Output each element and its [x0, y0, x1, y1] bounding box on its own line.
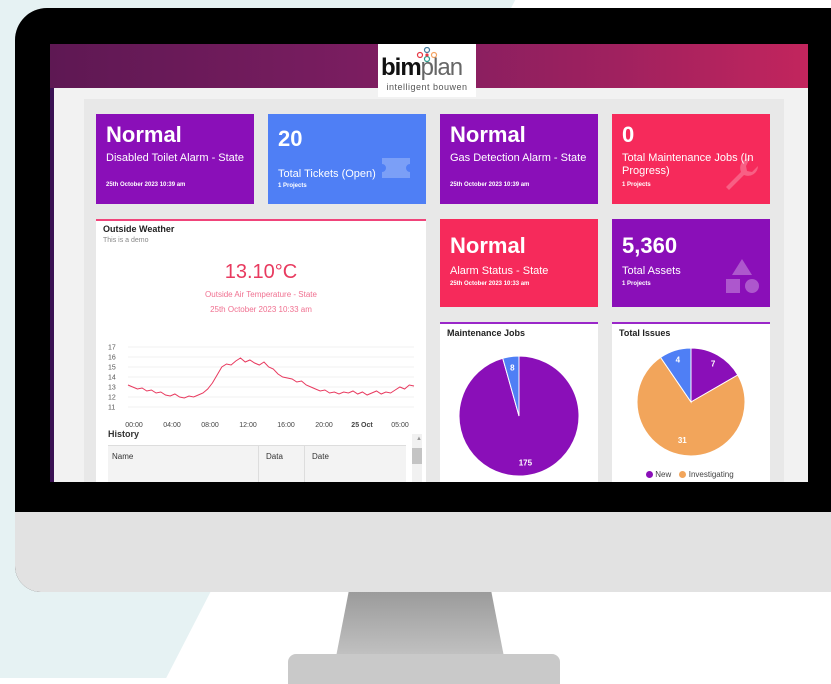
pie-slice-value: 4	[676, 356, 681, 365]
tile-label: Total Maintenance Jobs (In Progress)	[622, 152, 754, 177]
history-table: Name Data Date	[108, 445, 406, 482]
tile-value: Normal	[450, 233, 526, 258]
x-tick-label: 00:00	[125, 422, 143, 429]
legend-new-swatch	[646, 471, 653, 479]
pie-slice-value: 31	[678, 436, 687, 445]
tile-value: Normal	[450, 122, 526, 147]
total-issues-title: Total Issues	[619, 328, 671, 338]
scrollbar-thumb[interactable]	[412, 448, 422, 464]
shapes-icon	[726, 259, 759, 293]
x-tick-label: 16:00	[277, 422, 295, 429]
weather-subtitle: This is a demo	[103, 237, 149, 244]
x-tick-label: 25 Oct	[351, 422, 373, 429]
y-tick-label: 17	[108, 345, 116, 352]
tile-total-assets[interactable]: 5,360 Total Assets 1 Projects	[612, 219, 770, 307]
pie-slice-value: 7	[711, 360, 716, 369]
x-tick-label: 20:00	[315, 422, 333, 429]
y-tick-label: 13	[108, 385, 116, 392]
x-tick-label: 04:00	[163, 422, 181, 429]
temperature-line-chart: 17 16 15 14 13 12 11 00:00 04:00 08:00 12:00 16:00 2…	[108, 345, 415, 429]
tile-label: Total Tickets (Open)	[278, 168, 376, 180]
tile-value: 20	[278, 126, 303, 151]
tile-label: Gas Detection Alarm - State	[450, 152, 587, 164]
y-tick-label: 11	[108, 405, 115, 412]
temperature-series-line	[127, 357, 415, 399]
history-title: History	[108, 429, 140, 439]
dashboard-content: Normal Disabled Toilet Alarm - State 25t…	[84, 99, 784, 482]
tile-label: Disabled Toilet Alarm - State	[106, 152, 244, 164]
dashboard-screen: bimplan intelligent bouwen Normal Disabl…	[50, 44, 808, 482]
side-strip	[50, 88, 54, 482]
temperature-timestamp: 25th October 2023 10:33 am	[210, 305, 312, 314]
history-col-name[interactable]: Name	[112, 452, 133, 461]
total-issues-pie: 7 31 4	[636, 347, 746, 457]
x-tick-label: 08:00	[201, 422, 219, 429]
tile-value: Normal	[106, 122, 182, 147]
tile-alarm-status[interactable]: Normal Alarm Status - State 25th October…	[440, 219, 598, 307]
card-accent	[440, 322, 598, 324]
tile-total-tickets[interactable]: 20 Total Tickets (Open) 1 Projects	[268, 114, 426, 204]
y-tick-label: 12	[108, 395, 116, 402]
brand-logo[interactable]: bimplan intelligent bouwen	[378, 44, 476, 97]
y-tick-label: 14	[108, 375, 116, 382]
tile-value: 0	[622, 122, 635, 147]
x-tick-label: 12:00	[239, 422, 257, 429]
pie-slice-value: 8	[510, 363, 515, 372]
tile-projects: 1 Projects	[278, 183, 307, 189]
y-tick-label: 16	[108, 355, 116, 362]
tile-projects: 1 Projects	[622, 182, 651, 188]
y-tick-label: 15	[108, 365, 116, 372]
total-issues-card: Total Issues 7 31 4 New Investigating	[612, 322, 770, 482]
temperature-value: 13.10°C	[224, 261, 298, 283]
tile-timestamp: 25th October 2023 10:39 am	[450, 182, 530, 188]
tile-timestamp: 25th October 2023 10:33 am	[450, 281, 530, 287]
tile-maintenance-jobs-in-progress[interactable]: 0 Total Maintenance Jobs (In Progress) 1…	[612, 114, 770, 204]
tile-timestamp: 25th October 2023 10:39 am	[106, 182, 186, 188]
card-accent	[96, 219, 426, 221]
monitor-stand-base	[288, 654, 560, 684]
temperature-metric: Outside Air Temperature - State	[205, 290, 317, 299]
legend-investigating[interactable]: Investigating	[689, 470, 734, 479]
legend-investigating-swatch	[679, 471, 687, 479]
history-scrollbar[interactable]: ▲	[412, 434, 422, 482]
tile-value: 5,360	[622, 233, 678, 258]
tile-projects: 1 Projects	[622, 281, 651, 287]
brand-wordmark: bimplan	[381, 54, 463, 81]
maintenance-jobs-title: Maintenance Jobs	[447, 328, 526, 338]
monitor-stand	[335, 592, 505, 662]
weather-card: Outside Weather This is a demo 13.10°C O…	[96, 219, 426, 482]
scroll-up-icon[interactable]: ▲	[416, 436, 422, 442]
tile-gas-detection-alarm[interactable]: Normal Gas Detection Alarm - State 25th …	[440, 114, 598, 204]
pie-slice-value: 175	[519, 458, 533, 467]
tile-label: Total Assets	[622, 265, 681, 277]
maintenance-jobs-pie: 1758	[458, 355, 580, 477]
history-col-data[interactable]: Data	[266, 452, 283, 461]
monitor-chin	[15, 512, 831, 592]
total-issues-legend: New Investigating	[646, 470, 734, 479]
maintenance-jobs-card: Maintenance Jobs 175 8	[440, 322, 598, 482]
history-col-date[interactable]: Date	[312, 452, 329, 461]
tile-disabled-toilet-alarm[interactable]: Normal Disabled Toilet Alarm - State 25t…	[96, 114, 254, 204]
legend-new[interactable]: New	[655, 470, 671, 479]
brand-tagline: intelligent bouwen	[386, 82, 468, 92]
x-tick-label: 05:00	[391, 422, 409, 429]
card-accent	[612, 322, 770, 324]
weather-title: Outside Weather	[103, 224, 175, 234]
tile-label: Alarm Status - State	[450, 265, 549, 277]
